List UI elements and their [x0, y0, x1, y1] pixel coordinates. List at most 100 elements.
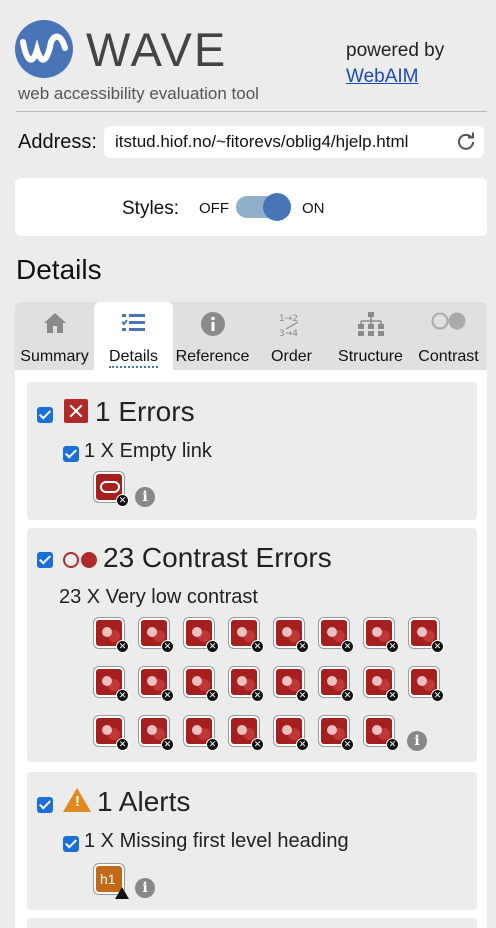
very-low-contrast-icon[interactable]: ✕	[364, 667, 399, 702]
tab-details[interactable]: Details	[94, 302, 173, 370]
styles-toggle[interactable]	[236, 193, 291, 221]
warning-badge-icon	[115, 887, 129, 899]
very-low-contrast-icon[interactable]: ✕	[229, 716, 264, 751]
very-low-contrast-icon[interactable]: ✕	[274, 618, 309, 653]
x-badge-icon: ✕	[386, 738, 399, 751]
header-divider	[16, 111, 487, 112]
x-badge-icon: ✕	[431, 689, 444, 702]
very-low-contrast-icon[interactable]: ✕	[229, 618, 264, 653]
home-icon	[43, 313, 66, 333]
x-badge-icon: ✕	[206, 738, 219, 751]
x-badge-icon: ✕	[206, 640, 219, 653]
x-badge-icon: ✕	[206, 689, 219, 702]
very-low-contrast-icon[interactable]: ✕	[139, 716, 174, 751]
very-low-contrast-icon[interactable]: ✕	[184, 618, 219, 653]
errors-checkbox[interactable]	[37, 407, 53, 423]
very-low-contrast-icon[interactable]: ✕	[94, 618, 129, 653]
address-field[interactable]: itstud.hiof.no/~fitorevs/oblig4/hjelp.ht…	[104, 126, 484, 158]
info-icon[interactable]: i	[407, 731, 427, 751]
error-icon	[64, 399, 88, 423]
styles-card: Styles: OFF ON	[15, 178, 487, 236]
alerts-checkbox[interactable]	[37, 797, 53, 813]
very-low-contrast-icon[interactable]: ✕	[274, 716, 309, 751]
next-card	[27, 918, 477, 928]
contrast-card: 23 Contrast Errors 23 X Very low contras…	[27, 528, 477, 762]
very-low-contrast-icon[interactable]: ✕	[319, 716, 354, 751]
toggle-knob[interactable]	[263, 193, 291, 221]
missing-h1-icon[interactable]: h1	[94, 864, 129, 899]
very-low-contrast-icon[interactable]: ✕	[139, 667, 174, 702]
missing-h1-checkbox[interactable]	[63, 836, 79, 852]
very-low-contrast-icon[interactable]: ✕	[94, 716, 129, 751]
x-badge-icon: ✕	[116, 640, 129, 653]
very-low-contrast-icon[interactable]: ✕	[364, 618, 399, 653]
tab-structure[interactable]: Structure	[331, 302, 410, 370]
logo-wordmark: WAVE	[86, 23, 228, 76]
very-low-contrast-icon[interactable]: ✕	[319, 618, 354, 653]
tab-reference[interactable]: Reference	[173, 302, 252, 370]
very-low-contrast-icon[interactable]: ✕	[184, 667, 219, 702]
x-badge-icon: ✕	[116, 689, 129, 702]
webaim-link[interactable]: WebAIM	[346, 66, 419, 88]
very-low-contrast-icon[interactable]: ✕	[139, 618, 174, 653]
very-low-contrast-icon[interactable]: ✕	[364, 716, 399, 751]
very-low-contrast-icon[interactable]: ✕	[409, 667, 444, 702]
x-badge-icon: ✕	[161, 738, 174, 751]
very-low-contrast-icon[interactable]: ✕	[409, 618, 444, 653]
x-badge-icon: ✕	[116, 494, 129, 507]
tab-details-label: Details	[94, 348, 173, 368]
x-badge-icon: ✕	[341, 640, 354, 653]
alerts-card: ! 1 Alerts 1 X Missing first level headi…	[27, 772, 477, 910]
tab-structure-label: Structure	[338, 348, 403, 365]
reload-icon[interactable]	[456, 131, 476, 151]
wave-logo-icon[interactable]	[15, 20, 73, 78]
errors-card: 1 Errors 1 X Empty link ✕ i	[27, 382, 477, 520]
info-icon[interactable]: i	[135, 487, 155, 507]
powered-by-label: powered by	[346, 40, 445, 61]
x-badge-icon: ✕	[386, 689, 399, 702]
x-badge-icon: ✕	[116, 738, 129, 751]
details-heading: Details	[16, 254, 102, 285]
x-badge-icon: ✕	[296, 689, 309, 702]
address-label: Address:	[18, 131, 97, 153]
list-icon	[120, 314, 145, 331]
very-low-contrast-icon[interactable]: ✕	[184, 716, 219, 751]
address-value[interactable]: itstud.hiof.no/~fitorevs/oblig4/hjelp.ht…	[115, 132, 408, 152]
very-low-contrast-icon[interactable]: ✕	[229, 667, 264, 702]
contrast-checkbox[interactable]	[37, 552, 53, 568]
tab-bar: Summary Details Reference 1→2 3→4 Order	[15, 302, 487, 370]
info-icon[interactable]: i	[135, 878, 155, 898]
tab-contrast-label: Contrast	[418, 348, 479, 365]
tab-order[interactable]: 1→2 3→4 Order	[252, 302, 331, 370]
details-panel: 1 Errors 1 X Empty link ✕ i 23 Contrast …	[15, 370, 487, 928]
x-badge-icon: ✕	[251, 640, 264, 653]
tab-summary[interactable]: Summary	[15, 302, 94, 370]
contrast-icon	[431, 312, 465, 330]
styles-off-label: OFF	[199, 200, 229, 217]
very-low-contrast-icon[interactable]: ✕	[94, 667, 129, 702]
x-badge-icon: ✕	[431, 640, 444, 653]
contrast-title: 23 Contrast Errors	[103, 542, 332, 573]
tagline: web accessibility evaluation tool	[18, 84, 259, 103]
info-icon	[200, 312, 225, 336]
x-badge-icon: ✕	[251, 738, 264, 751]
x-badge-icon: ✕	[341, 689, 354, 702]
contrast-item-label: 23 X Very low contrast	[59, 586, 258, 608]
alerts-title: 1 Alerts	[97, 786, 191, 817]
header: WAVE web accessibility evaluation tool p…	[0, 0, 496, 112]
very-low-contrast-icon[interactable]: ✕	[274, 667, 309, 702]
h1-text: h1	[100, 871, 116, 887]
missing-h1-label: 1 X Missing first level heading	[84, 830, 349, 852]
link-ring	[100, 481, 120, 493]
tab-contrast[interactable]: Contrast	[410, 302, 487, 370]
very-low-contrast-icon[interactable]: ✕	[319, 667, 354, 702]
empty-link-icon[interactable]: ✕	[94, 472, 129, 507]
errors-title: 1 Errors	[95, 396, 195, 427]
x-badge-icon: ✕	[251, 689, 264, 702]
x-badge-icon: ✕	[386, 640, 399, 653]
alert-icon: !	[63, 788, 91, 812]
x-badge-icon: ✕	[161, 640, 174, 653]
contrast-error-icon	[63, 552, 97, 568]
tab-summary-label: Summary	[20, 348, 89, 365]
empty-link-checkbox[interactable]	[63, 446, 79, 462]
